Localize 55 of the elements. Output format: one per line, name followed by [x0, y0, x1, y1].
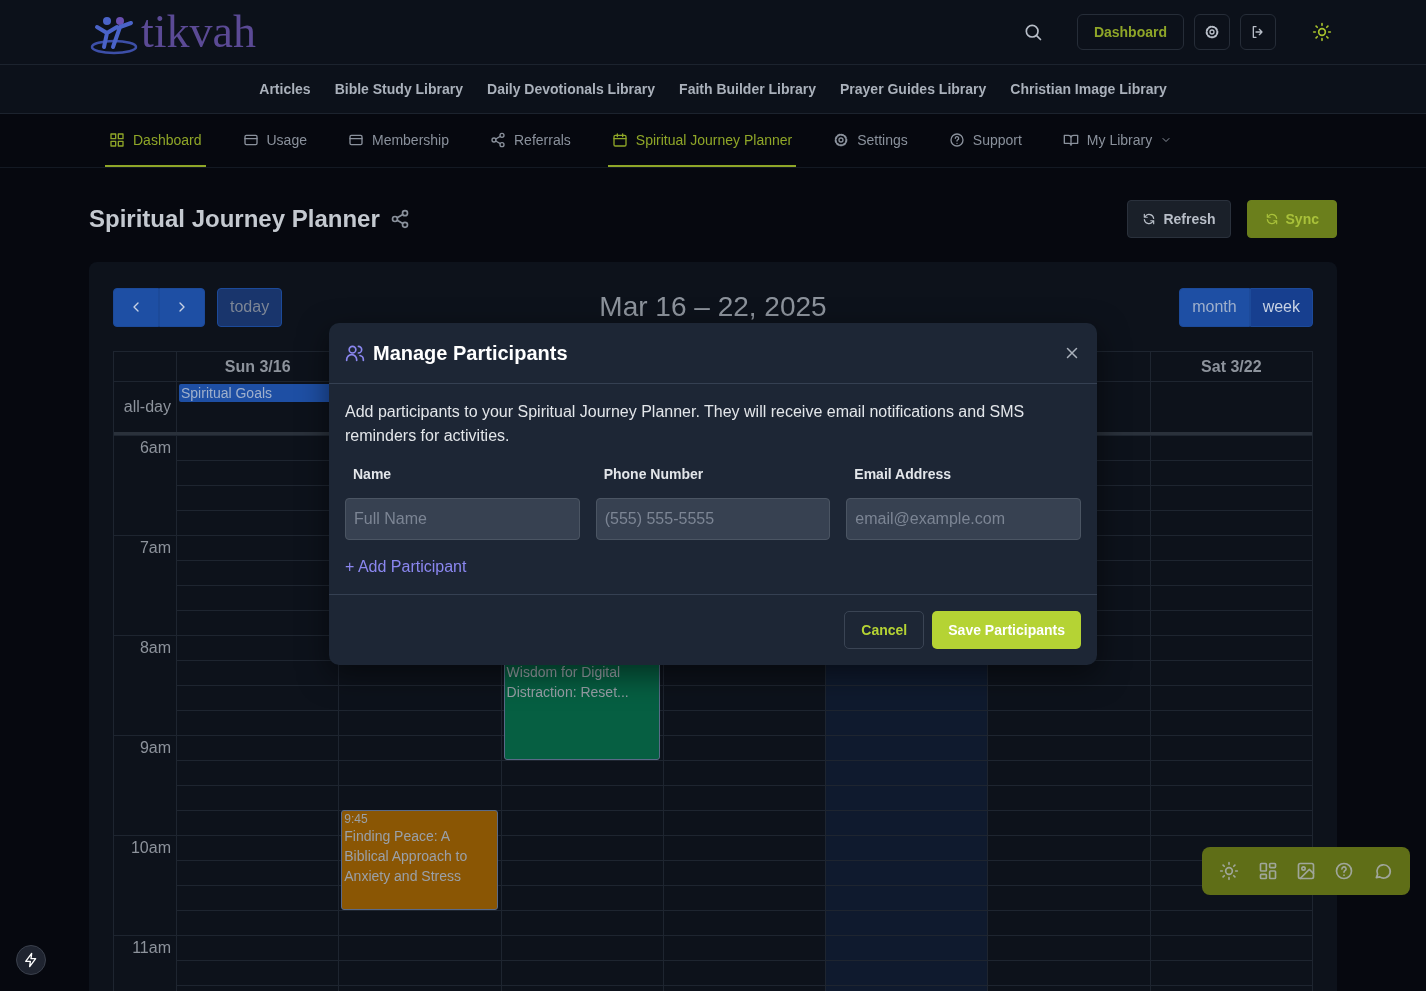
nav-tab[interactable]: Usage — [238, 114, 311, 167]
share-icon — [490, 131, 506, 148]
page-title: Spiritual Journey Planner — [89, 205, 380, 233]
field-label: Phone Number — [602, 466, 705, 482]
settings-button[interactable] — [1194, 14, 1230, 50]
input-field[interactable]: email@example.com — [846, 498, 1081, 540]
hour-label: 7am — [139, 539, 171, 558]
grid-icon — [109, 131, 125, 148]
day-header: Sun 3/16 — [224, 357, 291, 376]
nav-tab[interactable]: Settings — [829, 114, 912, 167]
nav-tab[interactable]: My Library — [1058, 114, 1177, 167]
nav-tab[interactable]: Support — [944, 114, 1026, 167]
add-participant-link[interactable]: + Add Participant — [345, 558, 467, 576]
refresh-icon — [1142, 212, 1157, 226]
dialog-title: Manage Participants — [373, 341, 569, 365]
all-day-label: all-day — [123, 398, 171, 416]
hour-label: 6am — [139, 439, 171, 458]
nav-link[interactable]: Daily Devotionals Library — [487, 81, 656, 97]
next-button[interactable] — [159, 287, 205, 327]
nav-tab[interactable]: Membership — [343, 114, 453, 167]
nav-tab[interactable]: Referrals — [486, 114, 575, 167]
view-button[interactable]: week — [1249, 287, 1313, 327]
nav-tab[interactable]: Dashboard — [105, 114, 206, 167]
refresh-button[interactable]: Refresh — [1127, 200, 1231, 238]
share-icon[interactable] — [389, 209, 410, 229]
nav-link[interactable]: Prayer Guides Library — [840, 81, 987, 97]
users-icon — [345, 343, 365, 363]
nav-link[interactable]: Articles — [259, 81, 311, 97]
logo-text: tikvah — [141, 9, 256, 55]
calendar-title: Mar 16 – 22, 2025 — [599, 291, 827, 323]
day-header: Sat 3/22 — [1201, 357, 1262, 376]
nav-link[interactable]: Bible Study Library — [334, 81, 463, 97]
previous-button[interactable] — [113, 287, 159, 327]
dialog-description: Add participants to your Spiritual Journey Planner. They will receive email notifications and SMS reminders for activities. — [345, 402, 1026, 446]
nav-link[interactable]: Christian Image Library — [1010, 81, 1167, 97]
nav-tab[interactable]: Spiritual Journey Planner — [607, 114, 797, 167]
logout-button[interactable] — [1240, 14, 1276, 50]
bolt-icon — [23, 952, 39, 968]
nav-link[interactable]: Faith Builder Library — [679, 81, 816, 97]
calendar-icon — [611, 131, 628, 148]
hour-label: 11am — [132, 939, 171, 958]
field-label: Name — [352, 466, 393, 482]
cancel-button[interactable]: Cancel — [844, 611, 925, 649]
view-button[interactable]: month — [1179, 287, 1250, 327]
bolt-button[interactable] — [16, 945, 46, 975]
sync-icon — [1264, 212, 1279, 226]
hour-label: 8am — [139, 639, 171, 658]
dashboard-button[interactable]: Dashboard — [1076, 14, 1184, 50]
hour-label: 9am — [139, 739, 171, 758]
help-icon — [948, 131, 965, 148]
hour-label: 10am — [130, 839, 171, 858]
field-label: Email Address — [853, 466, 953, 482]
input-field[interactable]: Full Name — [345, 498, 580, 540]
sun-icon[interactable] — [1312, 22, 1332, 42]
input-field[interactable]: (555) 555-5555 — [595, 498, 831, 540]
